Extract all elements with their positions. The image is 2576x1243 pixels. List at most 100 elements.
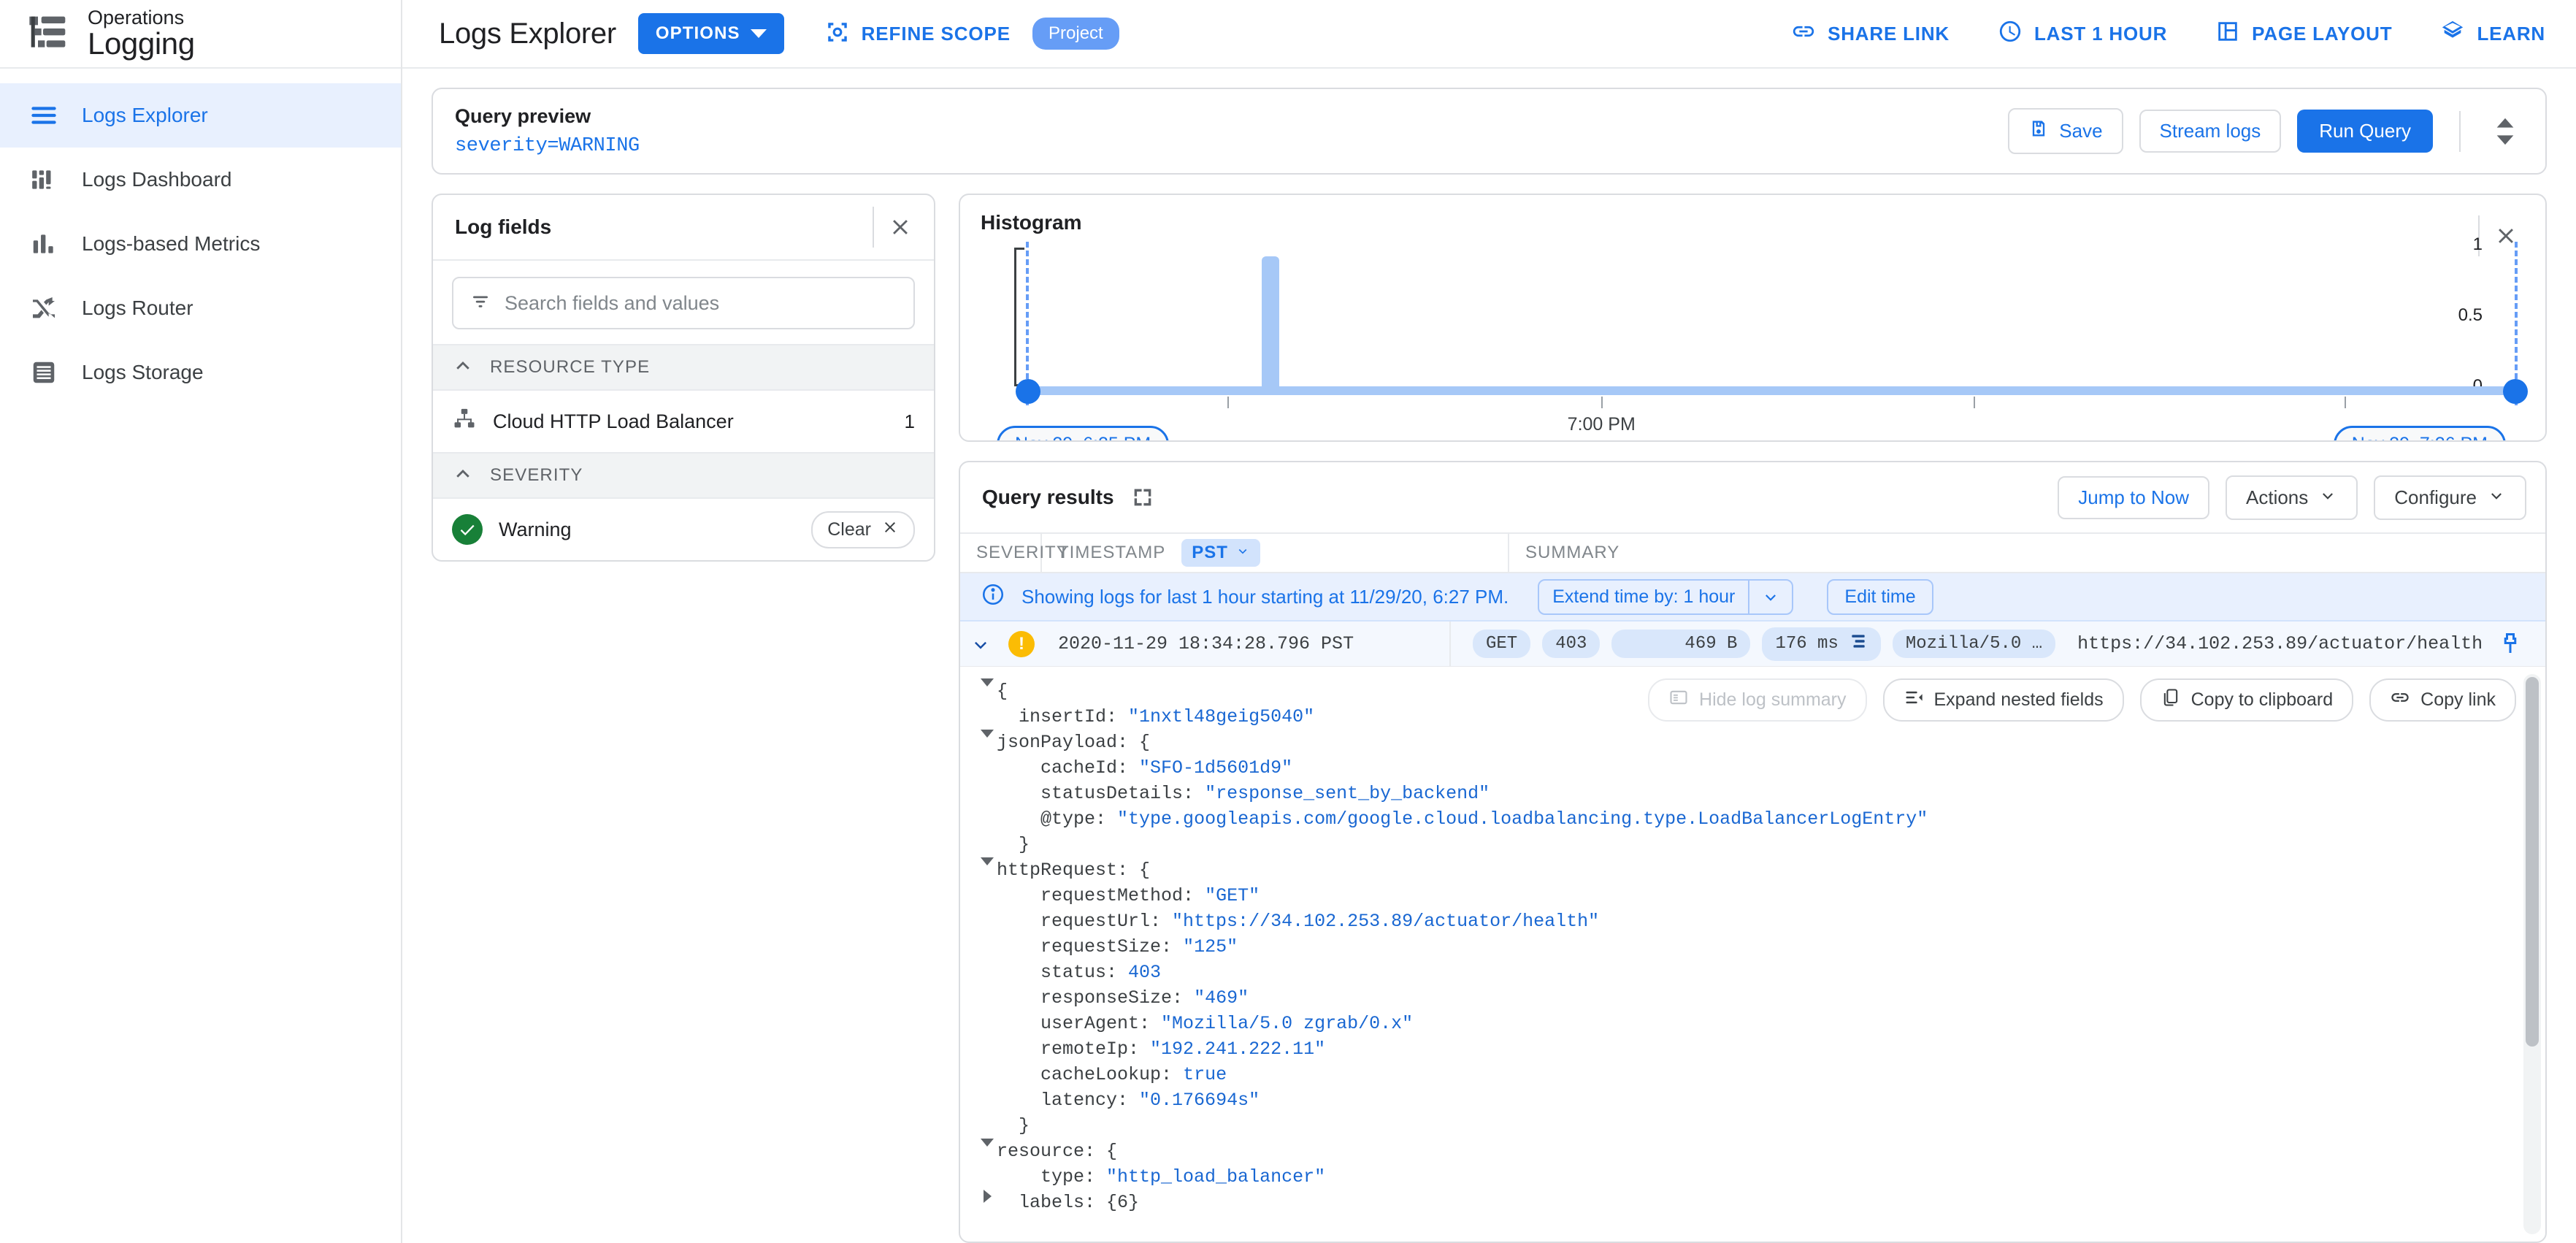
tag-user-agent[interactable]: Mozilla/5.0 … [1892, 630, 2056, 658]
jump-to-now-button[interactable]: Jump to Now [2058, 475, 2209, 519]
histogram-title: Histogram [981, 211, 1082, 234]
logs-explorer-app: Operations Logging Logs Explorer Logs Da… [0, 0, 2576, 1243]
detail-scrollbar-thumb[interactable] [2526, 677, 2539, 1047]
json-value[interactable]: "type.googleapis.com/google.cloud.loadba… [1117, 806, 1928, 832]
json-toggle-right-icon[interactable] [978, 1190, 997, 1203]
time-range-slider-track[interactable] [1026, 386, 2518, 395]
json-value[interactable]: "469" [1194, 985, 1249, 1011]
learn-button[interactable]: LEARN [2440, 19, 2545, 49]
copy-to-clipboard-button[interactable]: Copy to clipboard [2139, 678, 2354, 722]
json-value[interactable]: "https://34.102.253.89/actuator/health" [1172, 909, 1599, 934]
histogram-chart: 1 0.5 0 [981, 234, 2528, 440]
log-detail-actions: Hide log summary Expand nested fields Co… [1648, 678, 2516, 722]
json-value[interactable]: "response_sent_by_backend" [1205, 781, 1490, 806]
hide-log-summary-button[interactable]: Hide log summary [1648, 678, 1867, 722]
range-end-pill[interactable]: Nov 29, 7:26 PM [2333, 426, 2506, 440]
scope-chip[interactable]: Project [1032, 18, 1119, 50]
json-line: type: "http_load_balancer" [978, 1164, 2545, 1190]
close-log-fields-button[interactable] [874, 201, 927, 253]
collapse-expand-toggle[interactable] [2487, 117, 2523, 146]
json-value[interactable]: true [1183, 1062, 1227, 1087]
json-line: requestMethod: "GET" [978, 883, 2545, 909]
json-toggle-down-icon[interactable] [978, 857, 997, 865]
share-link-label: SHARE LINK [1828, 22, 1950, 45]
learn-label: LEARN [2477, 22, 2545, 45]
divider [2459, 110, 2461, 152]
json-value[interactable]: "0.176694s" [1139, 1087, 1260, 1113]
json-key: httpRequest: { [997, 860, 1151, 881]
log-url[interactable]: https://34.102.253.89/actuator/health [2077, 633, 2483, 654]
json-value[interactable]: "Mozilla/5.0 zgrab/0.x" [1161, 1011, 1413, 1036]
json-line: latency: "0.176694s" [978, 1087, 2545, 1113]
expand-nested-fields-button[interactable]: Expand nested fields [1882, 678, 2124, 722]
log-fields-group-severity[interactable]: SEVERITY [433, 452, 934, 499]
json-line: } [978, 832, 2545, 857]
json-value[interactable]: "1nxtl48geig5040" [1128, 704, 1314, 730]
edit-time-button[interactable]: Edit time [1827, 578, 1933, 615]
stream-logs-button[interactable]: Stream logs [2139, 110, 2282, 153]
tag-status[interactable]: 403 [1542, 630, 1601, 658]
log-fields-search[interactable] [452, 277, 915, 329]
sidebar-item-logs-storage[interactable]: Logs Storage [0, 340, 401, 405]
histogram-bar[interactable] [1261, 256, 1279, 386]
refine-scope-button[interactable]: REFINE SCOPE Project [825, 18, 1119, 50]
json-key: status: [1040, 962, 1129, 983]
time-range-button[interactable]: LAST 1 HOUR [1998, 19, 2167, 49]
sidebar-item-logs-dashboard[interactable]: Logs Dashboard [0, 148, 401, 212]
range-start-pill[interactable]: Nov 29, 6:25 PM [997, 426, 1170, 440]
log-fields-title: Log fields [455, 215, 552, 238]
copy-link-button[interactable]: Copy link [2369, 678, 2516, 722]
fullscreen-icon[interactable] [1130, 485, 1155, 510]
log-field-row-warning[interactable]: Warning Clear [433, 499, 934, 560]
json-toggle-down-icon[interactable] [978, 678, 997, 686]
tag-size[interactable]: 469 B [1611, 630, 1751, 658]
query-preview-text[interactable]: severity=WARNING [455, 135, 2008, 157]
extend-time-button[interactable]: Extend time by: 1 hour [1538, 578, 1794, 615]
sidebar-item-logs-based-metrics[interactable]: Logs-based Metrics [0, 212, 401, 276]
json-key: requestUrl: [1040, 911, 1173, 932]
table-row[interactable]: ! 2020-11-29 18:34:28.796 PST GET 403 46… [960, 622, 2545, 667]
top-toolbar: Logs Explorer OPTIONS REFINE SCOPE Proje… [402, 0, 2576, 69]
run-query-button[interactable]: Run Query [2297, 110, 2433, 153]
time-range-slider-start-handle[interactable] [1016, 379, 1040, 404]
share-link-button[interactable]: SHARE LINK [1791, 19, 1950, 49]
search-input[interactable] [505, 291, 897, 315]
collapse-log-entry-button[interactable] [960, 633, 1001, 655]
json-value[interactable]: "125" [1183, 934, 1238, 960]
json-value[interactable]: "SFO-1d5601d9" [1139, 755, 1292, 781]
json-value[interactable]: "GET" [1205, 883, 1260, 909]
actions-menu-button[interactable]: Actions [2226, 475, 2358, 520]
log-fields-group-resource-type[interactable]: RESOURCE TYPE [433, 344, 934, 391]
json-line: } [978, 1113, 2545, 1139]
sidebar-item-label: Logs-based Metrics [82, 232, 261, 255]
timezone-selector[interactable]: PST [1181, 539, 1260, 567]
detail-scrollbar[interactable] [2523, 674, 2541, 1234]
json-toggle-down-icon[interactable] [978, 1139, 997, 1147]
tag-latency[interactable]: 176 ms [1762, 627, 1881, 661]
json-toggle-down-icon[interactable] [978, 730, 997, 738]
json-value[interactable]: "http_load_balancer" [1106, 1164, 1325, 1190]
sidebar-item-logs-router[interactable]: Logs Router [0, 276, 401, 340]
tag-method[interactable]: GET [1473, 630, 1531, 658]
configure-menu-button[interactable]: Configure [2374, 475, 2526, 520]
time-range-slider-end-handle[interactable] [2503, 379, 2528, 404]
options-button[interactable]: OPTIONS [637, 13, 784, 54]
json-value[interactable]: "192.241.222.11" [1150, 1036, 1325, 1062]
save-icon [2028, 118, 2049, 144]
save-button[interactable]: Save [2008, 108, 2123, 154]
page-layout-button[interactable]: PAGE LAYOUT [2215, 19, 2392, 49]
sidebar-item-logs-explorer[interactable]: Logs Explorer [0, 83, 401, 148]
log-field-row-load-balancer[interactable]: Cloud HTTP Load Balancer 1 [433, 391, 934, 452]
json-line: labels: {6} [978, 1190, 2545, 1215]
learn-icon [2440, 19, 2465, 49]
summary-icon [1668, 687, 1689, 713]
group-label: SEVERITY [490, 465, 583, 485]
chevron-down-icon [2487, 486, 2506, 510]
json-key: insertId: [1019, 706, 1129, 727]
product-brand: Operations Logging [0, 0, 401, 69]
pin-log-entry-button[interactable] [2497, 631, 2545, 657]
json-value[interactable]: 403 [1128, 960, 1161, 985]
clear-severity-filter-button[interactable]: Clear [811, 510, 915, 548]
